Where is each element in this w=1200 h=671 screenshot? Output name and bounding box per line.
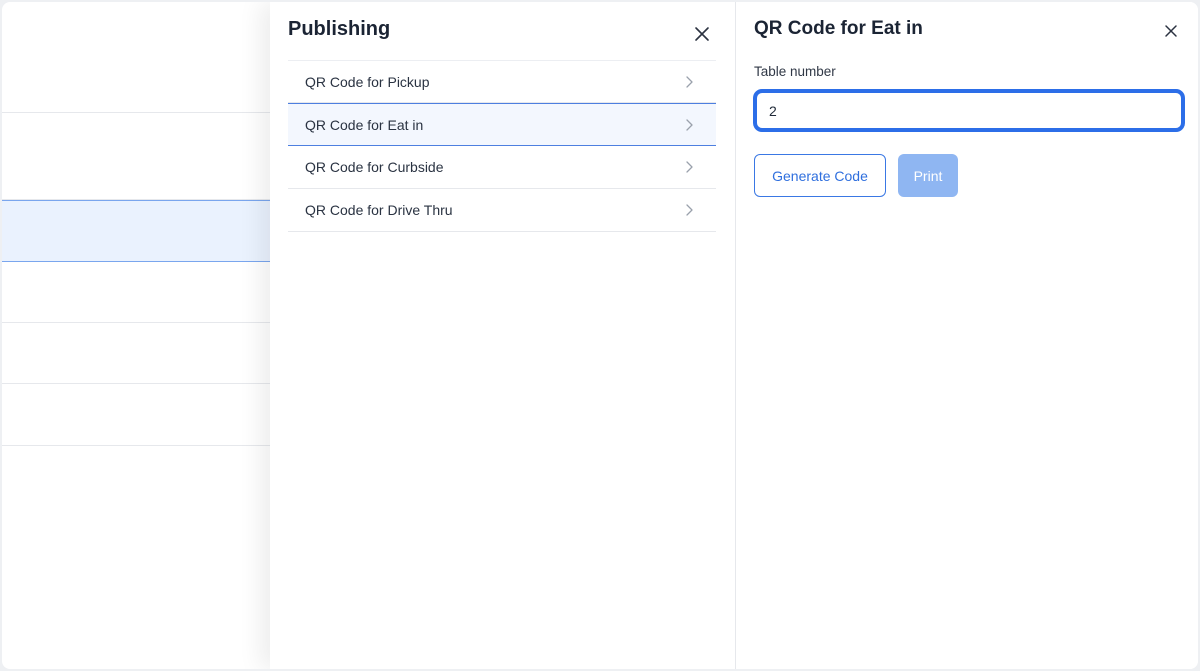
publishing-item-label: QR Code for Eat in: [305, 116, 424, 133]
background-list-row[interactable]: [2, 113, 270, 200]
detail-panel: QR Code for Eat in Table number Generate…: [736, 2, 1198, 669]
app-frame: Publishing QR Code for Pickup QR Code fo…: [2, 2, 1198, 669]
background-list-row[interactable]: [2, 262, 270, 323]
publishing-title: Publishing: [288, 18, 391, 40]
chevron-right-icon: [686, 75, 693, 88]
publishing-item-pickup[interactable]: QR Code for Pickup: [288, 60, 716, 103]
print-button[interactable]: Print: [898, 154, 958, 197]
publishing-item-eat-in[interactable]: QR Code for Eat in: [288, 103, 716, 146]
background-list-row: [2, 2, 270, 113]
chevron-right-icon: [686, 161, 693, 173]
chevron-right-icon: [686, 204, 693, 216]
background-list-row[interactable]: [2, 323, 270, 384]
table-number-label: Table number: [754, 64, 836, 79]
background-list-row[interactable]: [2, 384, 270, 446]
publishing-item-label: QR Code for Pickup: [305, 73, 430, 90]
background-list: [2, 2, 270, 669]
generate-code-button[interactable]: Generate Code: [754, 154, 886, 197]
publishing-list: QR Code for Pickup QR Code for Eat in QR…: [288, 60, 716, 232]
publishing-panel: Publishing QR Code for Pickup QR Code fo…: [270, 2, 736, 669]
publishing-item-label: QR Code for Curbside: [305, 159, 444, 175]
table-number-input[interactable]: [753, 89, 1185, 132]
close-icon[interactable]: [694, 26, 710, 42]
chevron-right-icon: [686, 118, 693, 131]
close-icon[interactable]: [1164, 24, 1178, 38]
publishing-item-drive-thru[interactable]: QR Code for Drive Thru: [288, 189, 716, 232]
background-list-row-selected[interactable]: [2, 200, 270, 262]
publishing-item-curbside[interactable]: QR Code for Curbside: [288, 146, 716, 189]
publishing-item-label: QR Code for Drive Thru: [305, 202, 453, 218]
detail-title: QR Code for Eat in: [754, 18, 923, 39]
